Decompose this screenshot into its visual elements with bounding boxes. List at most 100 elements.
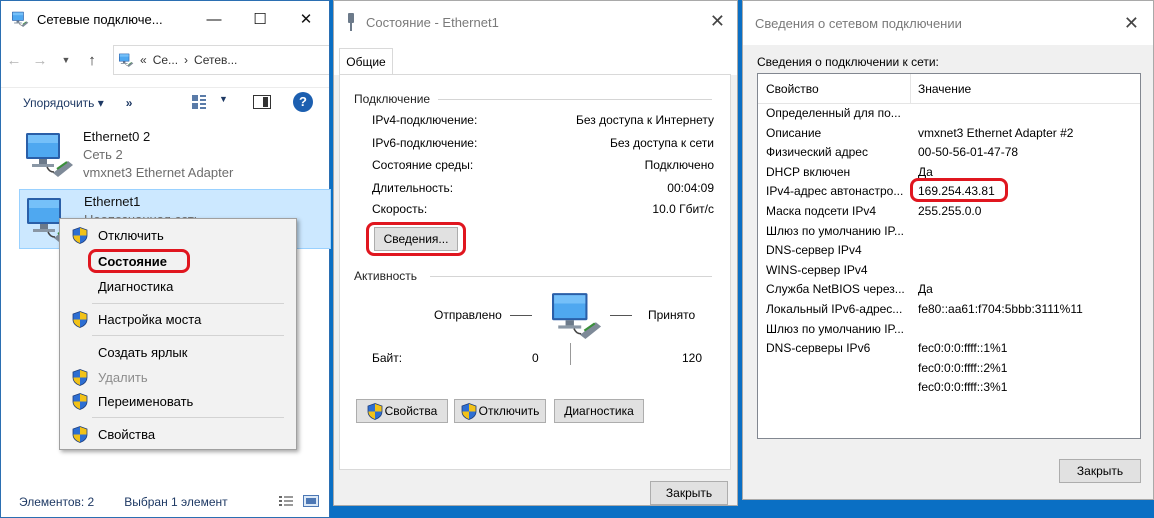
sent-label: Отправлено <box>434 308 502 322</box>
breadcrumb[interactable]: « Се... › Сетев... <box>113 45 329 75</box>
details-label: Сведения о подключении к сети: <box>757 55 939 69</box>
tab-bar: Общие <box>334 43 737 75</box>
table-row[interactable]: Локальный IPv6-адрес... fe80::aa61:f704:5… <box>758 302 1140 321</box>
large-icons-view-icon[interactable] <box>303 495 319 507</box>
row-label: Длительность: <box>372 181 454 195</box>
menu-item-label: Создать ярлык <box>98 344 188 360</box>
bytes-sent: 0 <box>532 351 539 365</box>
property-cell: Физический адрес <box>766 145 868 160</box>
close-icon[interactable]: ✕ <box>283 1 329 37</box>
close-button[interactable]: Закрыть <box>650 481 728 505</box>
disable-button[interactable]: Отключить <box>454 399 546 423</box>
table-row[interactable]: DNS-серверы IPv6 fec0:0:0:ffff::1%1 <box>758 341 1140 360</box>
close-icon[interactable]: ✕ <box>1124 13 1139 34</box>
menu-item-label: Отключить <box>98 227 164 243</box>
view-dropdown-icon[interactable]: ▼ <box>219 94 228 104</box>
breadcrumb-item-1[interactable]: Се... <box>153 53 178 67</box>
uac-shield-icon <box>72 369 88 386</box>
column-header-value[interactable]: Значение <box>918 82 971 96</box>
table-row[interactable]: Физический адрес 00-50-56-01-47-78 <box>758 145 1140 164</box>
uac-shield-icon <box>72 311 88 328</box>
property-cell: DHCP включен <box>766 164 851 179</box>
value-cell: Да <box>918 164 933 179</box>
network-adapter-icon <box>25 132 74 177</box>
table-row[interactable]: Определенный для по... <box>758 106 1140 125</box>
help-icon[interactable]: ? <box>293 92 313 112</box>
menu-item-properties[interactable]: Свойства <box>60 422 296 446</box>
details-dialog: Сведения о сетевом подключении ✕ Сведени… <box>742 0 1154 500</box>
uac-shield-icon <box>72 393 88 410</box>
command-bar: Упорядочить ▾ » ▼ ? <box>1 87 329 117</box>
table-row[interactable]: WINS-сервер IPv4 <box>758 263 1140 282</box>
row-value: Без доступа к сети <box>610 136 714 150</box>
property-cell: DNS-серверы IPv6 <box>766 341 871 356</box>
property-cell: Определенный для по... <box>766 106 901 120</box>
property-cell: Локальный IPv6-адрес... <box>766 302 903 316</box>
breadcrumb-item-2[interactable]: Сетев... <box>194 53 237 67</box>
sent-line <box>510 315 532 316</box>
more-commands-button[interactable]: » <box>126 96 133 110</box>
up-icon[interactable]: ↑ <box>79 52 105 69</box>
group-divider <box>430 276 712 277</box>
received-label: Принято <box>648 308 696 322</box>
organize-button[interactable]: Упорядочить ▾ <box>23 96 104 110</box>
value-cell: 00-50-56-01-47-78 <box>918 145 1019 160</box>
row-value: 00:04:09 <box>667 181 714 195</box>
list-item-ethernet0-2[interactable]: Ethernet0 2 Сеть 2 vmxnet3 Ethernet Adap… <box>19 125 331 185</box>
breadcrumb-overflow[interactable]: « <box>140 53 147 67</box>
table-row[interactable]: Шлюз по умолчанию IP... <box>758 224 1140 243</box>
minimize-icon[interactable]: — <box>191 1 237 37</box>
properties-button[interactable]: Свойства <box>356 399 448 423</box>
uac-shield-icon <box>72 426 88 443</box>
table-row[interactable]: Служба NetBIOS через... Да <box>758 282 1140 301</box>
column-divider[interactable] <box>910 74 911 104</box>
menu-separator <box>92 417 284 418</box>
close-icon[interactable]: ✕ <box>710 11 725 32</box>
disable-button-label: Отключить <box>478 404 540 418</box>
status-row: IPv4-подключение: Без доступа к Интернет… <box>372 113 714 127</box>
menu-item-label: Свойства <box>98 426 156 442</box>
menu-item-disable[interactable]: Отключить <box>60 223 296 247</box>
adapter-name: Ethernet0 2 <box>83 129 151 144</box>
back-icon[interactable]: ← <box>1 52 27 69</box>
context-menu: Отключить Состояние Диагностика Настройк… <box>59 218 297 450</box>
table-row[interactable]: Описание vmxnet3 Ethernet Adapter #2 <box>758 126 1140 145</box>
change-view-icon[interactable] <box>191 94 207 110</box>
explorer-window: Сетевые подключе... — ☐ ✕ ← → ▼ ↑ « Се..… <box>0 0 331 518</box>
menu-item-bridge[interactable]: Настройка моста <box>60 307 296 331</box>
list-header: Свойство Значение <box>758 74 1140 104</box>
details-list[interactable]: Свойство Значение Определенный для по...… <box>757 73 1141 439</box>
menu-item-rename[interactable]: Переименовать <box>60 389 296 413</box>
network-connections-icon <box>11 11 29 27</box>
table-row[interactable]: fec0:0:0:ffff::3%1 <box>758 380 1140 399</box>
details-title: Сведения о сетевом подключении <box>755 15 962 31</box>
menu-item-create-shortcut[interactable]: Создать ярлык <box>60 340 296 364</box>
close-button[interactable]: Закрыть <box>1059 459 1141 483</box>
property-cell: Шлюз по умолчанию IP... <box>766 223 904 238</box>
menu-separator <box>92 335 284 336</box>
chevron-down-icon[interactable]: ▼ <box>53 55 79 65</box>
network-status-icon <box>348 13 354 31</box>
details-view-icon[interactable] <box>279 495 293 507</box>
menu-item-label: Переименовать <box>98 393 194 409</box>
preview-pane-icon[interactable] <box>253 95 271 109</box>
table-row[interactable]: fec0:0:0:ffff::2%1 <box>758 361 1140 380</box>
table-row[interactable]: DNS-сервер IPv4 <box>758 243 1140 262</box>
bytes-label: Байт: <box>372 351 403 365</box>
value-cell: vmxnet3 Ethernet Adapter #2 <box>918 125 1074 140</box>
table-row[interactable]: Шлюз по умолчанию IP... <box>758 322 1140 341</box>
column-header-property[interactable]: Свойство <box>766 82 819 96</box>
maximize-icon[interactable]: ☐ <box>237 1 283 37</box>
row-label: IPv4-подключение: <box>372 113 478 127</box>
property-cell: Описание <box>766 125 822 140</box>
control-panel-icon <box>118 53 134 67</box>
row-value: Подключено <box>644 158 714 172</box>
property-cell: Маска подсети IPv4 <box>766 204 877 218</box>
menu-item-diagnose[interactable]: Диагностика <box>60 274 296 298</box>
connection-group-label: Подключение <box>354 92 431 106</box>
table-row[interactable]: Маска подсети IPv4 255.255.0.0 <box>758 204 1140 223</box>
diagnose-button[interactable]: Диагностика <box>554 399 644 423</box>
adapter-name: Ethernet1 <box>84 194 141 209</box>
forward-icon[interactable]: → <box>27 52 53 69</box>
tab-general[interactable]: Общие <box>339 48 393 75</box>
